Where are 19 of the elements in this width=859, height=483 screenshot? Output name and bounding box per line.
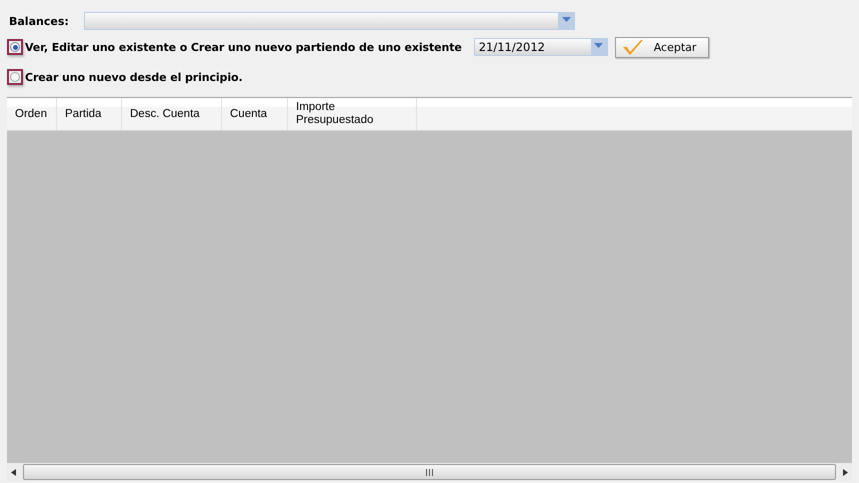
column-header[interactable]: Orden (7, 98, 57, 130)
dropdown-arrow-icon (562, 17, 570, 22)
radio-button[interactable] (10, 42, 20, 52)
checkmark-icon (622, 39, 644, 55)
column-header[interactable]: Importe Presupuestado (288, 98, 417, 130)
column-header[interactable]: Cuenta (222, 98, 288, 130)
column-header[interactable]: Desc. Cuenta (122, 98, 222, 130)
scroll-left-icon[interactable] (11, 468, 16, 476)
grip-icon (426, 468, 433, 476)
date-dropdown[interactable]: 21/11/2012 (474, 38, 608, 56)
dropdown-arrow-icon (594, 43, 604, 48)
option-label: Ver, Editar uno existente o Crear uno nuevo partiendo de uno existente (25, 40, 462, 54)
column-header[interactable]: Partida (57, 98, 122, 130)
balances-dropdown[interactable] (84, 12, 575, 30)
radio-button[interactable] (10, 72, 20, 82)
option-label: Crear uno nuevo desde el principio. (25, 70, 243, 84)
balances-label: Balances: (8, 14, 70, 28)
accept-button[interactable]: Aceptar (614, 36, 709, 58)
scroll-right-icon[interactable] (843, 468, 848, 476)
